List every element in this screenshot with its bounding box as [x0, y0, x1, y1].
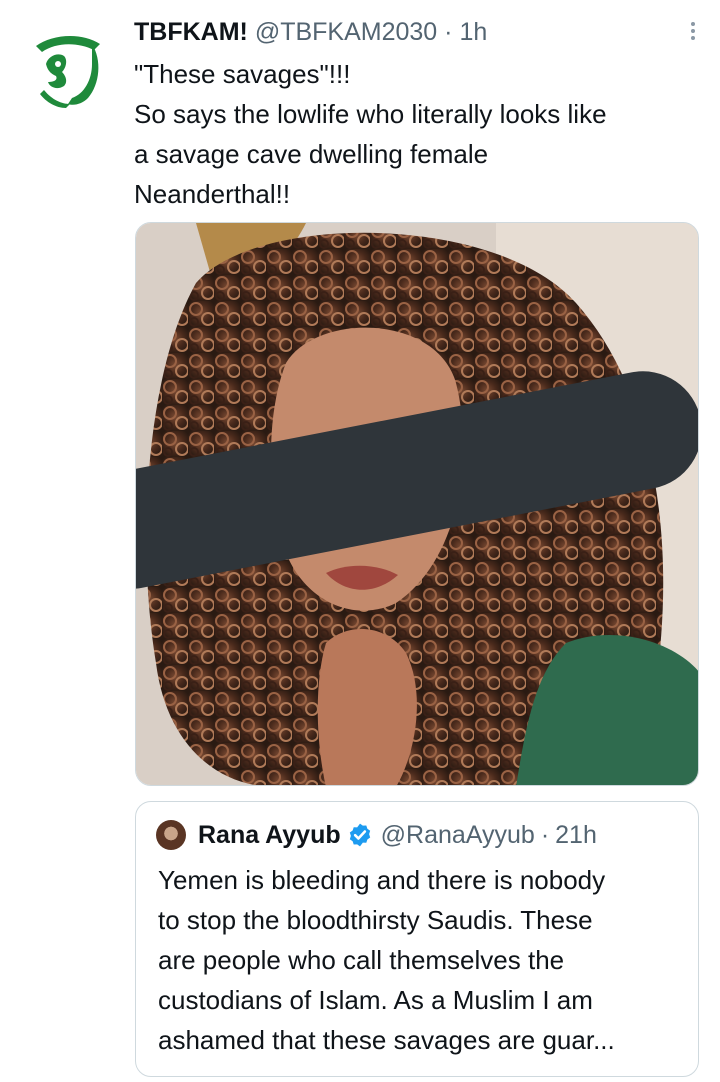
tweet-text: "These savages"!!! So says the lowlife w… [134, 54, 704, 214]
tweet-header: TBFKAM! @TBFKAM2030 · 1h [134, 14, 700, 50]
quoted-text-line: ashamed that these savages are guar... [158, 1025, 615, 1055]
quoted-tweet-card[interactable]: Rana Ayyub @RanaAyyub · 21h Yemen is ble… [135, 801, 699, 1077]
author-handle[interactable]: @TBFKAM2030 [255, 18, 437, 46]
quoted-text-line: to stop the bloodthirsty Saudis. These [158, 905, 593, 935]
quoted-text-line: are people who call themselves the [158, 945, 565, 975]
quoted-author-handle[interactable]: @RanaAyyub [381, 818, 535, 852]
header-separator: · [444, 18, 453, 46]
verified-badge-icon [349, 823, 370, 847]
quoted-tweet-time[interactable]: 21h [555, 818, 597, 852]
quoted-author-avatar[interactable] [156, 820, 186, 850]
tweet-text-line: a savage cave dwelling female [134, 139, 489, 169]
tweet-media-image[interactable] [135, 222, 699, 786]
green-emblem-logo-icon [23, 21, 113, 111]
tweet-text-line: So says the lowlife who literally looks … [134, 99, 607, 129]
photo-with-redaction-bar-icon [136, 223, 698, 785]
tweet-time[interactable]: 1h [459, 18, 487, 46]
tweet-text-line: Neanderthal!! [134, 179, 291, 209]
quoted-header-separator: · [540, 821, 550, 849]
author-name[interactable]: TBFKAM! [134, 18, 248, 46]
quoted-tweet-header: Rana Ayyub @RanaAyyub · 21h [156, 818, 597, 852]
tweet-text-line: "These savages"!!! [134, 59, 351, 89]
quoted-author-name[interactable]: Rana Ayyub [198, 818, 341, 852]
author-avatar[interactable] [22, 20, 114, 112]
quoted-text-line: custodians of Islam. As a Muslim I am [158, 985, 593, 1015]
more-vertical-icon[interactable] [690, 22, 696, 44]
quoted-tweet-text: Yemen is bleeding and there is nobody to… [158, 860, 688, 1060]
quoted-text-line: Yemen is bleeding and there is nobody [158, 865, 606, 895]
